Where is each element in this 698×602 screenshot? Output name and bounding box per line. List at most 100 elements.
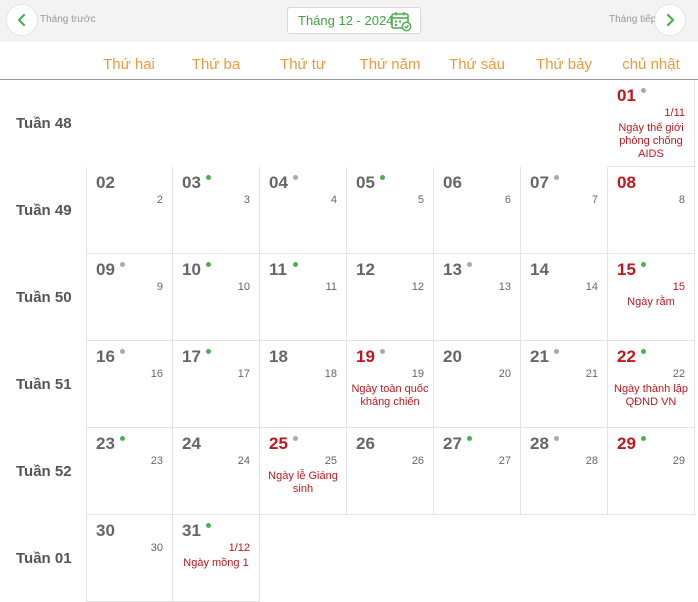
day-cell[interactable]: 22 22 Ngày thành lập QĐND VN (608, 341, 695, 428)
solar-date: 01 (617, 86, 636, 105)
day-cell[interactable]: 24 24 (173, 428, 260, 515)
day-cell[interactable]: 21 21 (521, 341, 608, 428)
event-dot-icon (206, 349, 211, 354)
lunar-date: 18 (324, 368, 337, 380)
lunar-date: 13 (498, 281, 511, 293)
event-dot-icon (554, 436, 559, 441)
day-cell[interactable]: 28 28 (521, 428, 608, 515)
day-cell[interactable]: 23 23 (86, 428, 173, 515)
month-picker[interactable]: Tháng 12 - 2024 (287, 7, 421, 34)
lunar-date: 14 (585, 281, 598, 293)
solar-date: 30 (96, 521, 115, 540)
day-cell[interactable]: 07 7 (521, 167, 608, 254)
lunar-date: 28 (585, 455, 598, 467)
day-cell[interactable]: 20 20 (434, 341, 521, 428)
holiday-label: Ngày mồng 1 (183, 557, 249, 569)
calendar-toolbar: Tháng trước Tháng 12 - 2024 Tháng tiếp (0, 0, 698, 42)
event-dot-icon (554, 175, 559, 180)
day-cell[interactable]: 10 10 (173, 254, 260, 341)
event-dot-icon (206, 262, 211, 267)
solar-date: 15 (617, 260, 636, 279)
solar-date: 31 (182, 521, 201, 540)
event-dot-icon (641, 349, 646, 354)
lunar-date: 8 (678, 194, 685, 206)
event-dot-icon (120, 349, 125, 354)
day-cell[interactable]: 15 15 Ngày rằm (608, 254, 695, 341)
calendar-check-icon (391, 12, 412, 32)
lunar-date: 3 (243, 194, 250, 206)
day-cell[interactable]: 11 11 (260, 254, 347, 341)
event-dot-icon (206, 175, 211, 180)
day-cell[interactable]: 25 25 Ngày lễ Giáng sinh (260, 428, 347, 515)
lunar-date: 22 (672, 368, 685, 380)
solar-date: 06 (443, 173, 462, 192)
lunar-date: 7 (591, 194, 598, 206)
day-cell[interactable]: 09 9 (86, 254, 173, 341)
weekday-tuesday: Thứ ba (191, 56, 241, 73)
event-dot-icon (467, 436, 472, 441)
solar-date: 20 (443, 347, 462, 366)
day-cell[interactable]: 01 1/11 Ngày thế giới phòng chống AIDS (608, 80, 695, 167)
solar-date: 08 (617, 173, 636, 192)
weekday-saturday: Thứ bảy (536, 56, 592, 73)
day-cell[interactable]: 14 14 (521, 254, 608, 341)
lunar-date: 12 (411, 281, 424, 293)
day-cell[interactable]: 27 27 (434, 428, 521, 515)
solar-date: 16 (96, 347, 115, 366)
solar-date: 18 (269, 347, 288, 366)
weekday-thursday: Thứ năm (359, 56, 421, 73)
lunar-date: 1/12 (228, 542, 250, 554)
week-label: Tuần 01 (16, 550, 72, 567)
day-cell[interactable]: 05 5 (347, 167, 434, 254)
solar-date: 19 (356, 347, 375, 366)
event-dot-icon (120, 262, 125, 267)
lunar-date: 2 (156, 194, 163, 206)
lunar-date: 25 (324, 455, 337, 467)
week-label: Tuần 52 (16, 463, 72, 480)
day-cell[interactable]: 29 29 (608, 428, 695, 515)
event-dot-icon (293, 262, 298, 267)
day-cell[interactable]: 03 3 (173, 167, 260, 254)
day-cell[interactable]: 26 26 (347, 428, 434, 515)
previous-month-link[interactable]: Tháng trước (40, 14, 96, 25)
solar-date: 13 (443, 260, 462, 279)
lunar-date: 30 (150, 542, 163, 554)
weekday-monday: Thứ hai (103, 56, 155, 73)
event-dot-icon (293, 175, 298, 180)
solar-date: 25 (269, 434, 288, 453)
event-dot-icon (641, 88, 646, 93)
solar-date: 10 (182, 260, 201, 279)
lunar-date: 15 (672, 281, 685, 293)
holiday-label: Ngày thành lập QĐND VN (614, 383, 688, 408)
day-cell[interactable]: 06 6 (434, 167, 521, 254)
solar-date: 17 (182, 347, 201, 366)
day-cell[interactable]: 31 1/12 Ngày mồng 1 (173, 515, 260, 602)
lunar-date: 10 (237, 281, 250, 293)
day-cell[interactable]: 08 8 (608, 167, 695, 254)
day-cell[interactable]: 12 12 (347, 254, 434, 341)
next-month-button[interactable] (655, 5, 685, 35)
weekday-wednesday: Thứ tư (280, 56, 326, 73)
event-dot-icon (467, 262, 472, 267)
day-cell[interactable]: 04 4 (260, 167, 347, 254)
solar-date: 26 (356, 434, 375, 453)
event-dot-icon (554, 349, 559, 354)
week-label: Tuần 48 (16, 115, 72, 132)
day-cell[interactable]: 30 30 (86, 515, 173, 602)
solar-date: 04 (269, 173, 288, 192)
solar-date: 03 (182, 173, 201, 192)
day-cell[interactable]: 19 19 Ngày toàn quốc kháng chiến (347, 341, 434, 428)
day-cell[interactable]: 17 17 (173, 341, 260, 428)
previous-month-button[interactable] (7, 5, 37, 35)
lunar-date: 5 (417, 194, 424, 206)
solar-date: 12 (356, 260, 375, 279)
lunar-date: 6 (504, 194, 511, 206)
day-cell[interactable]: 13 13 (434, 254, 521, 341)
day-cell[interactable]: 02 2 (86, 167, 173, 254)
lunar-date: 9 (156, 281, 163, 293)
day-cell[interactable]: 18 18 (260, 341, 347, 428)
solar-date: 22 (617, 347, 636, 366)
day-cell[interactable]: 16 16 (86, 341, 173, 428)
lunar-date: 11 (325, 281, 337, 293)
next-month-link[interactable]: Tháng tiếp (609, 14, 656, 25)
